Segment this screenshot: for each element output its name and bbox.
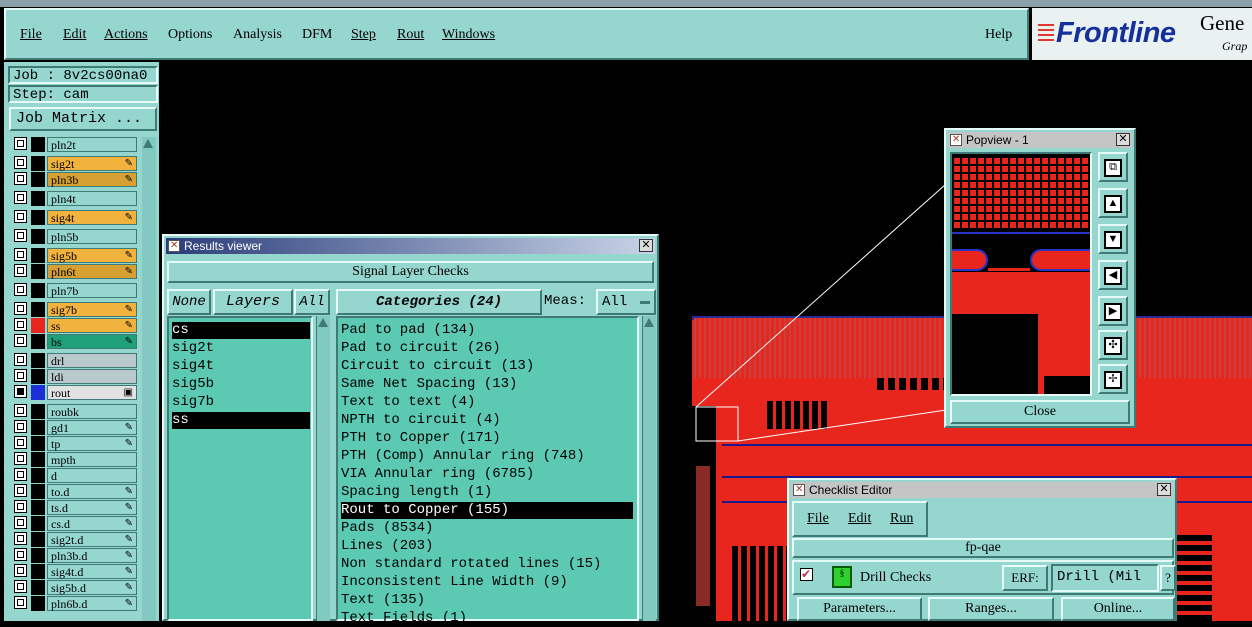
ranges-button[interactable]: Ranges... xyxy=(928,597,1054,621)
meas-label: Meas: xyxy=(544,293,587,309)
checklist-item-row[interactable]: ✔ § Drill Checks ERF: Drill (Mil ? xyxy=(792,560,1176,595)
checklist-menu-run[interactable]: Run xyxy=(890,511,913,527)
zoom-line-bottom xyxy=(737,409,947,442)
result-category-item[interactable]: VIA Annular ring (6785) xyxy=(341,466,633,483)
close-icon[interactable]: ✕ xyxy=(1116,133,1130,146)
zoom-region-rect xyxy=(695,406,739,442)
popview-canvas[interactable] xyxy=(950,152,1092,396)
close-icon[interactable]: ✕ xyxy=(639,239,653,252)
result-category-item[interactable]: Non standard rotated lines (15) xyxy=(341,556,633,573)
close-icon[interactable]: ✕ xyxy=(1157,483,1171,496)
checklist-menu-edit[interactable]: Edit xyxy=(848,511,871,527)
zoom-in-icon[interactable]: ✣ xyxy=(1098,330,1128,360)
window-menu-icon[interactable] xyxy=(168,238,180,254)
erf-input[interactable]: Drill (Mil xyxy=(1051,564,1159,592)
checklist-name: fp-qae xyxy=(792,538,1174,558)
results-viewer-title: Results viewer xyxy=(184,239,263,253)
window-menu-icon[interactable] xyxy=(950,132,962,148)
dropdown-icon xyxy=(640,301,650,304)
result-category-item[interactable]: Pad to pad (134) xyxy=(341,322,633,339)
erf-help-button[interactable]: ? xyxy=(1160,565,1176,591)
checklist-item-label: Drill Checks xyxy=(860,570,932,585)
results-header: Signal Layer Checks xyxy=(167,261,654,283)
result-layer-item[interactable]: ss xyxy=(172,412,310,429)
pan-up-icon[interactable]: ▲ xyxy=(1098,188,1128,218)
results-category-scrollbar[interactable] xyxy=(642,316,656,621)
result-layer-item[interactable]: sig7b xyxy=(172,394,310,411)
parameters-button[interactable]: Parameters... xyxy=(797,597,922,621)
popview-close-button[interactable]: Close xyxy=(950,400,1130,424)
zoom-line-top xyxy=(695,183,947,408)
erf-label-button[interactable]: ERF: xyxy=(1002,565,1048,591)
result-category-item[interactable]: Same Net Spacing (13) xyxy=(341,376,633,393)
result-category-item[interactable]: Lines (203) xyxy=(341,538,633,555)
results-viewer-titlebar[interactable]: Results viewer ✕ xyxy=(166,238,655,254)
checklist-menubar: File Edit Run xyxy=(792,501,928,537)
results-layer-scrollbar[interactable] xyxy=(316,316,330,621)
result-category-item[interactable]: Pad to circuit (26) xyxy=(341,340,633,357)
result-category-item[interactable]: Rout to Copper (155) xyxy=(341,502,633,519)
checklist-titlebar[interactable]: Checklist Editor ✕ xyxy=(791,482,1173,498)
checklist-editor-window: Checklist Editor ✕ File Edit Run fp-qae … xyxy=(787,478,1177,621)
popview-titlebar[interactable]: Popview - 1 ✕ xyxy=(948,132,1132,148)
all-layers-button[interactable]: All xyxy=(294,289,330,315)
item-checkbox[interactable]: ✔ xyxy=(800,568,813,581)
drill-check-status-icon: § xyxy=(832,566,852,588)
result-category-item[interactable]: PTH (Comp) Annular ring (748) xyxy=(341,448,633,465)
pan-right-icon[interactable]: ▶ xyxy=(1098,296,1128,326)
result-category-item[interactable]: Circuit to circuit (13) xyxy=(341,358,633,375)
result-category-item[interactable]: Pads (8534) xyxy=(341,520,633,537)
result-category-item[interactable]: Text to text (4) xyxy=(341,394,633,411)
meas-select[interactable]: All xyxy=(596,289,656,315)
result-category-item[interactable]: PTH to Copper (171) xyxy=(341,430,633,447)
result-layer-item[interactable]: sig4t xyxy=(172,358,310,375)
meas-value: All xyxy=(602,294,628,310)
result-layer-item[interactable]: sig5b xyxy=(172,376,310,393)
checklist-menu-file[interactable]: File xyxy=(807,511,829,527)
result-layer-item[interactable]: sig2t xyxy=(172,340,310,357)
zoom-out-icon[interactable]: ✢ xyxy=(1098,364,1128,394)
scroll-up-icon[interactable] xyxy=(318,318,328,327)
result-category-item[interactable]: NPTH to circuit (4) xyxy=(341,412,633,429)
pan-down-icon[interactable]: ▼ xyxy=(1098,224,1128,254)
categories-button[interactable]: Categories (24) xyxy=(336,289,542,315)
scroll-up-icon[interactable] xyxy=(644,318,654,327)
layers-button[interactable]: Layers xyxy=(213,289,293,315)
popview-window: Popview - 1 ✕ ⧉ ▲ ▼ ◀ ▶ ✣ ✢ Close xyxy=(944,128,1136,428)
window-menu-icon[interactable] xyxy=(793,482,805,498)
result-layer-item[interactable]: cs xyxy=(172,322,310,339)
zoom-fit-icon[interactable]: ⧉ xyxy=(1098,152,1128,182)
results-viewer-window: Results viewer ✕ Signal Layer Checks Non… xyxy=(162,234,659,626)
checklist-title: Checklist Editor xyxy=(809,483,893,497)
results-layer-list[interactable]: cs sig2t sig4t sig5b sig7b ss xyxy=(167,316,313,621)
results-category-list[interactable]: Pad to pad (134) Pad to circuit (26) Circu… xyxy=(336,316,639,626)
result-category-item[interactable]: Inconsistent Line Width (9) xyxy=(341,574,633,591)
none-button[interactable]: None xyxy=(167,289,211,315)
pan-left-icon[interactable]: ◀ xyxy=(1098,260,1128,290)
popview-title: Popview - 1 xyxy=(966,133,1029,147)
result-category-item[interactable]: Text (135) xyxy=(341,592,633,609)
result-category-item[interactable]: Text Fields (1) xyxy=(341,610,633,627)
online-button[interactable]: Online... xyxy=(1061,597,1175,621)
result-category-item[interactable]: Spacing length (1) xyxy=(341,484,633,501)
